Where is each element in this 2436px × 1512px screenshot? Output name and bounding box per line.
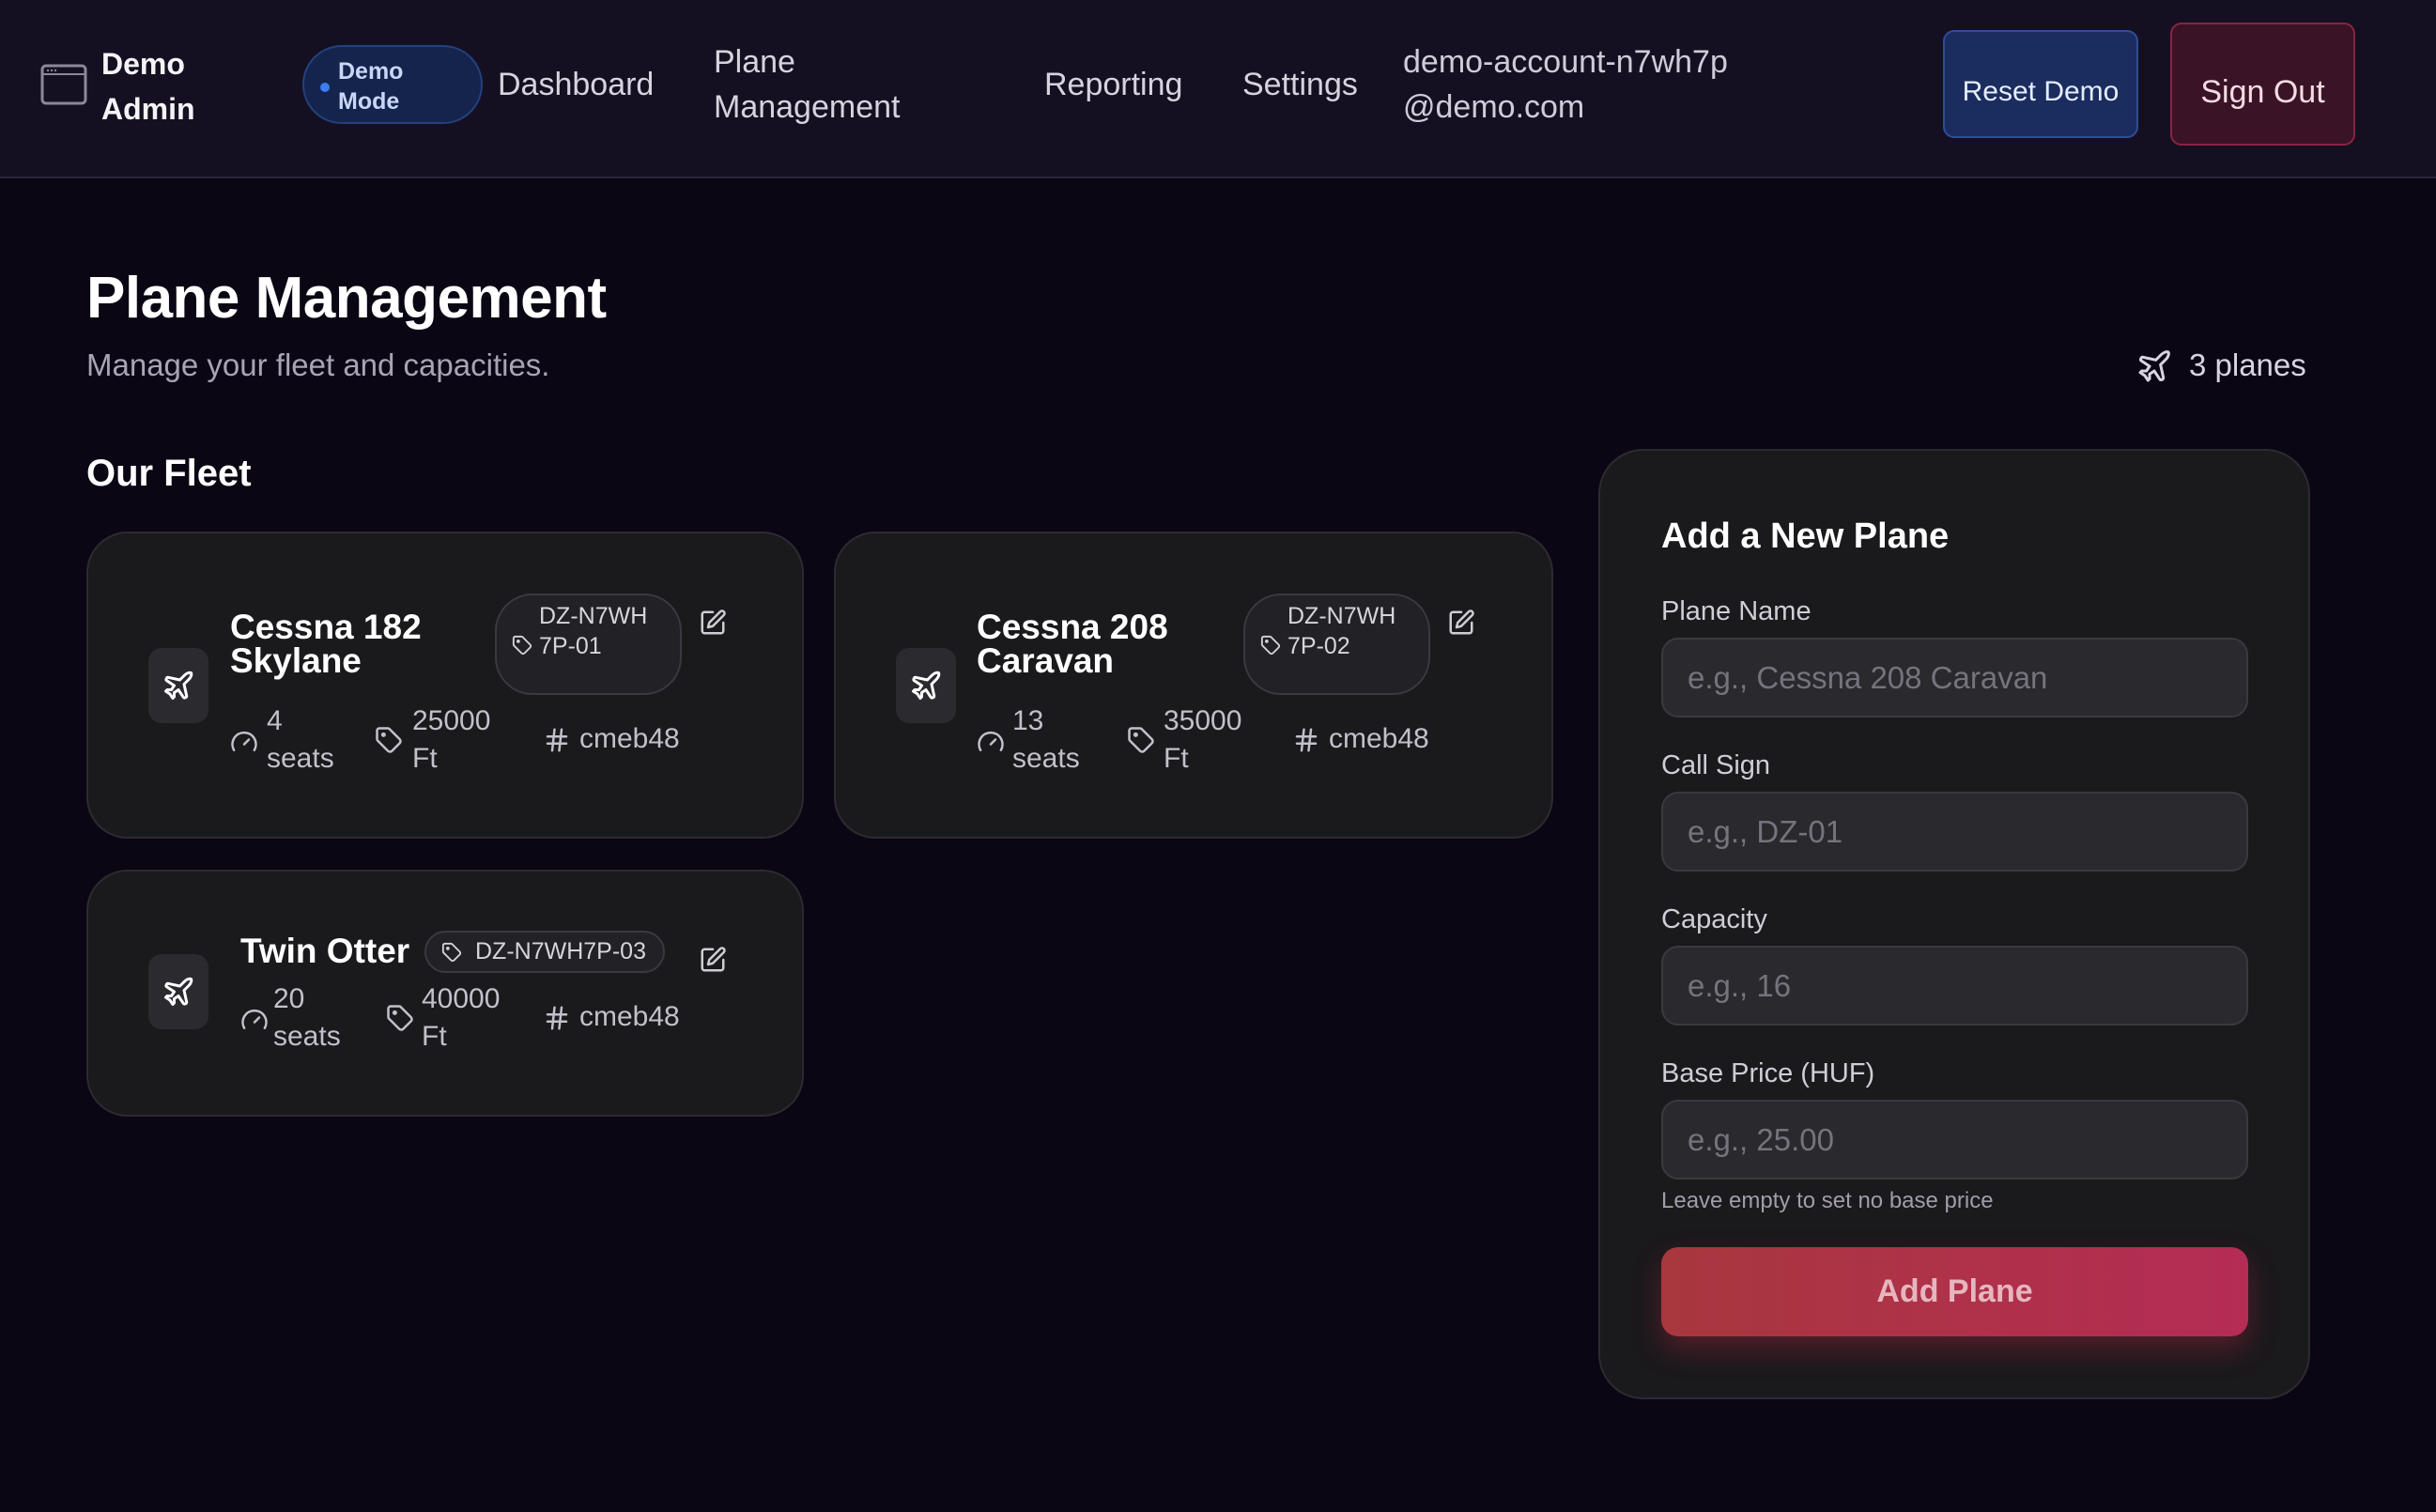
- plane-seats: 4 seats: [267, 705, 334, 774]
- tag-icon: [1128, 727, 1154, 753]
- page-title: Plane Management: [86, 266, 607, 331]
- edit-icon[interactable]: [699, 609, 727, 637]
- plane-id: cmeb48: [1329, 723, 1429, 754]
- callsign-badge: DZ-N7WH7P-03: [424, 931, 665, 973]
- nav-settings[interactable]: Settings: [1242, 62, 1358, 107]
- nav-plane-management[interactable]: Plane Management: [714, 39, 958, 130]
- plane-id: cmeb48: [579, 1001, 680, 1032]
- plane-name-label: Plane Name: [1661, 596, 1812, 626]
- plane-icon: [896, 648, 956, 723]
- plane-name: Twin Otter: [240, 932, 410, 970]
- tag-icon: [512, 635, 532, 656]
- plane-icon: [148, 954, 208, 1029]
- tag-icon: [376, 727, 402, 753]
- hash-icon: [546, 728, 568, 752]
- hash-icon: [1295, 728, 1318, 752]
- tag-icon: [441, 942, 462, 963]
- tag-icon: [1260, 635, 1281, 656]
- capacity-input[interactable]: [1661, 946, 2248, 1026]
- account-email: demo-account-n7wh7p@demo.com: [1403, 44, 1728, 125]
- plane-name: Cessna 182 Skylane: [230, 608, 422, 680]
- top-navbar: Demo Admin Demo Mode Dashboard Plane Man…: [0, 0, 2436, 178]
- plane-name-input[interactable]: [1661, 638, 2248, 717]
- callsign-badge: DZ-N7WH7P-01: [495, 594, 682, 695]
- call-sign-label: Call Sign: [1661, 750, 1771, 780]
- page-subtitle: Manage your fleet and capacities.: [86, 347, 550, 382]
- callsign-badge: DZ-N7WH7P-02: [1243, 594, 1430, 695]
- gauge-icon: [241, 1009, 268, 1029]
- callsign-text: DZ-N7WH7P-01: [539, 603, 648, 659]
- callsign-text: DZ-N7WH7P-02: [1287, 603, 1396, 659]
- hash-icon: [546, 1006, 568, 1030]
- nav-reporting[interactable]: Reporting: [1044, 62, 1182, 107]
- tag-icon: [387, 1005, 413, 1031]
- plane-seats: 13 seats: [1012, 705, 1080, 774]
- reset-demo-button[interactable]: Reset Demo: [1943, 30, 2138, 138]
- nav-dashboard[interactable]: Dashboard: [498, 62, 654, 107]
- plane-seats: 20 seats: [273, 983, 341, 1052]
- edit-icon[interactable]: [1447, 609, 1475, 637]
- gauge-icon: [978, 731, 1004, 751]
- plane-id: cmeb48: [579, 723, 680, 754]
- sign-out-button[interactable]: Sign Out: [2170, 23, 2355, 146]
- form-title: Add a New Plane: [1661, 517, 1950, 556]
- fleet-section-title: Our Fleet: [86, 453, 252, 494]
- window-icon: [40, 64, 87, 105]
- plane-icon: [148, 648, 208, 723]
- demo-mode-label: Demo Mode: [338, 58, 404, 115]
- plane-altitude: 25000 Ft: [412, 705, 491, 774]
- plane-name: Cessna 208 Caravan: [977, 608, 1168, 680]
- add-plane-button[interactable]: Add Plane: [1661, 1247, 2248, 1336]
- base-price-input[interactable]: [1661, 1100, 2248, 1180]
- gauge-icon: [231, 731, 257, 751]
- callsign-text: DZ-N7WH7P-03: [475, 938, 646, 964]
- edit-icon[interactable]: [699, 946, 727, 974]
- plane-count-label: 3 planes: [2189, 347, 2306, 382]
- base-price-hint: Leave empty to set no base price: [1661, 1188, 1994, 1213]
- call-sign-input[interactable]: [1661, 792, 2248, 872]
- plane-altitude: 35000 Ft: [1164, 705, 1242, 774]
- plane-icon: [2138, 350, 2170, 382]
- status-dot: [320, 83, 330, 92]
- capacity-label: Capacity: [1661, 904, 1767, 934]
- demo-mode-badge: Demo Mode: [302, 45, 483, 124]
- brand-name[interactable]: Demo Admin: [101, 41, 214, 131]
- plane-altitude: 40000 Ft: [422, 983, 501, 1052]
- base-price-label: Base Price (HUF): [1661, 1058, 1875, 1088]
